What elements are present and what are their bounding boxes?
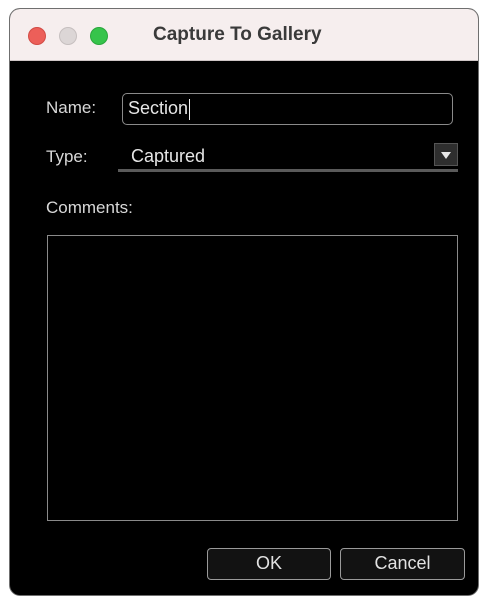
capture-to-gallery-dialog: Capture To Gallery Name: Section Type: C… [9,8,479,596]
ok-button[interactable]: OK [207,548,331,580]
name-field[interactable]: Section [122,93,453,125]
titlebar[interactable]: Capture To Gallery [10,9,478,61]
cancel-button[interactable]: Cancel [340,548,465,580]
comments-label: Comments: [46,198,133,217]
type-select-value: Captured [131,146,206,166]
minimize-window-icon [59,27,77,45]
comments-textarea[interactable] [47,235,458,521]
text-caret [189,98,191,120]
type-select[interactable]: Captured [118,142,458,172]
type-label: Type: [46,147,88,166]
window-title: Capture To Gallery [153,24,322,45]
zoom-window-icon[interactable] [90,27,108,45]
name-field-value: Section [128,98,189,118]
chevron-down-icon[interactable] [434,143,458,166]
close-window-icon[interactable] [28,27,46,45]
name-label: Name: [46,98,97,117]
